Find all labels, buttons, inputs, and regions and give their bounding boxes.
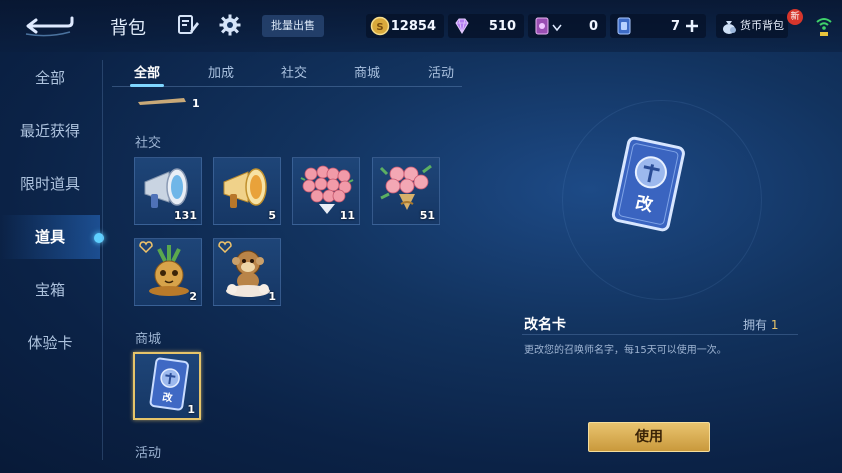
top-bar: 背包 批量出售 S 12854 510 0 7 货币背包 新	[0, 0, 842, 52]
batch-sell-button[interactable]: 批量出售	[262, 15, 324, 37]
wifi-icon	[816, 18, 832, 36]
sidebar-item-limited[interactable]: 限时道具	[0, 162, 100, 206]
edit-note-icon	[178, 15, 199, 34]
new-badge: 新	[787, 9, 803, 25]
item-heart-rose-bouquet[interactable]: 11	[292, 157, 360, 225]
heart-badge-icon	[218, 241, 232, 253]
item-name: 改名卡	[524, 317, 566, 333]
ticket-card-icon	[535, 17, 549, 35]
sidebar-item-recent[interactable]: 最近获得	[0, 109, 100, 153]
item-count: 2	[189, 290, 197, 303]
sidebar-item-trial-cards[interactable]: 体验卡	[0, 321, 100, 365]
item-count: 1	[268, 290, 276, 303]
active-tab-indicator	[130, 84, 164, 87]
section-social-label: 社交	[135, 136, 162, 151]
diamond-amount: 510	[488, 18, 516, 34]
tab-boost[interactable]: 加成	[208, 62, 234, 81]
heart-rose-bouquet-icon	[300, 165, 354, 214]
gear-icon	[219, 14, 241, 36]
item-pineapple-pet[interactable]: 2	[134, 238, 202, 306]
sidebar-item-all[interactable]: 全部	[0, 56, 100, 100]
svg-text:S: S	[376, 22, 383, 33]
tab-all[interactable]: 全部	[134, 62, 160, 81]
chevron-down-icon	[552, 24, 562, 32]
heart-badge-icon	[139, 241, 153, 253]
section-event-label: 活动	[135, 446, 162, 461]
owned-label: 拥有	[743, 318, 768, 332]
item-rename-card[interactable]: 改 1	[133, 352, 201, 420]
voucher-card-icon	[617, 17, 631, 35]
item-gold-megaphone[interactable]: 5	[213, 157, 281, 225]
voucher-amount: 7	[670, 18, 680, 34]
currency-ticket[interactable]: 0	[528, 14, 606, 38]
currency-gold: S 12854	[366, 14, 444, 38]
gold-coin-icon: S	[370, 16, 390, 36]
filter-tabs: 全部 加成 社交 商城 活动	[108, 56, 463, 90]
sidebar-divider	[102, 60, 103, 460]
tab-mall[interactable]: 商城	[354, 62, 380, 81]
use-button[interactable]: 使用	[588, 422, 710, 452]
scroll-partial-item-icon	[138, 98, 186, 105]
sidebar-item-chests[interactable]: 宝箱	[0, 268, 100, 312]
page-title: 背包	[110, 18, 146, 39]
item-silver-megaphone[interactable]: 131	[134, 157, 202, 225]
rename-card-large-icon: 改	[611, 136, 685, 232]
back-button[interactable]	[20, 8, 76, 42]
gold-megaphone-icon	[223, 168, 267, 208]
tab-event[interactable]: 活动	[428, 62, 454, 81]
edit-note-button[interactable]	[176, 13, 200, 37]
rose-bouquet-icon	[379, 164, 432, 210]
tab-social[interactable]: 社交	[281, 62, 307, 81]
item-rose-bouquet[interactable]: 51	[372, 157, 440, 225]
diamond-icon	[455, 18, 469, 34]
partial-item-count: 1	[192, 97, 200, 110]
plus-icon[interactable]	[684, 18, 700, 34]
sidebar-item-label: 道具	[34, 228, 65, 246]
item-count: 51	[419, 209, 435, 222]
currency-voucher: 7	[610, 14, 706, 38]
item-count: 1	[187, 403, 195, 416]
item-count: 5	[268, 209, 276, 222]
section-mall-label: 商城	[135, 332, 162, 347]
wallet-label: 货币背包	[740, 19, 784, 32]
currency-diamond: 510	[448, 14, 524, 38]
back-arrow-icon	[25, 16, 74, 37]
owned-count: 1	[770, 318, 779, 332]
money-bag-icon	[723, 21, 736, 34]
owned-info: 拥有 1	[743, 316, 778, 333]
sidebar-item-props[interactable]: 道具	[0, 215, 104, 259]
detail-divider	[522, 334, 798, 335]
category-sidebar: 全部 最近获得 限时道具 道具 宝箱 体验卡	[0, 52, 104, 473]
item-monkey-pet[interactable]: 1	[213, 238, 281, 306]
item-description: 更改您的召唤师名字，每15天可以使用一次。	[524, 345, 727, 356]
gold-amount: 12854	[390, 18, 436, 34]
currency-wallet-button[interactable]: 货币背包	[716, 14, 788, 38]
tab-underline	[112, 86, 462, 87]
item-count: 11	[339, 209, 355, 222]
silver-megaphone-icon	[144, 168, 188, 208]
item-count: 131	[174, 209, 197, 222]
ticket-amount: 0	[588, 18, 598, 34]
settings-button[interactable]	[218, 13, 242, 37]
